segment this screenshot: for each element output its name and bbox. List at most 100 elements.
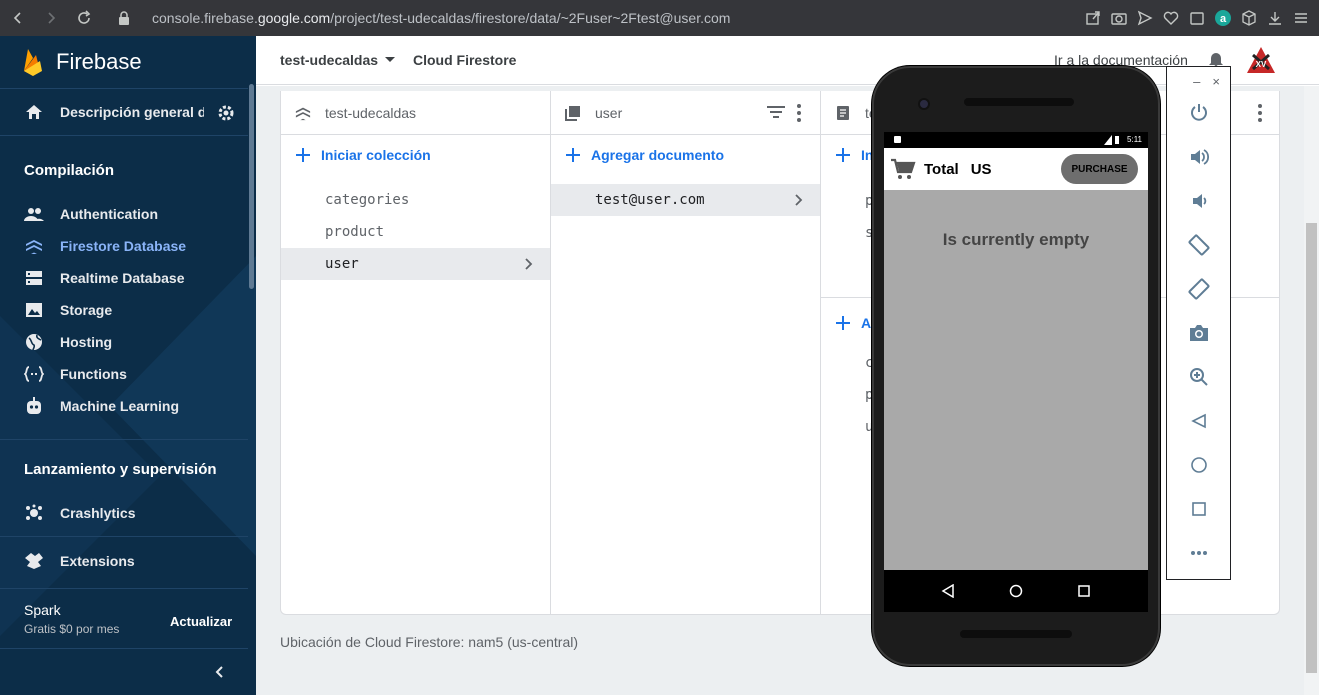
home-circle-icon[interactable] xyxy=(1187,453,1211,477)
zoom-icon[interactable] xyxy=(1187,365,1211,389)
firestore-location: Ubicación de Cloud Firestore: nam5 (us-c… xyxy=(280,634,579,650)
menu-icon[interactable] xyxy=(1291,8,1311,28)
list-item-selected[interactable]: test@user.com xyxy=(551,184,820,216)
sidebar-item-realtime-database[interactable]: Realtime Database xyxy=(0,262,248,294)
sidebar-item-extensions[interactable]: Extensions xyxy=(0,545,248,577)
gear-icon[interactable] xyxy=(216,103,236,123)
main-scrollbar-thumb[interactable] xyxy=(1306,223,1317,673)
extensions-icon xyxy=(0,552,60,570)
chevron-down-icon xyxy=(385,57,396,62)
filter-icon[interactable] xyxy=(767,105,785,119)
back-icon[interactable] xyxy=(3,3,33,33)
sidebar-divider xyxy=(0,439,248,440)
share-icon[interactable] xyxy=(1083,8,1103,28)
back-triangle-icon[interactable] xyxy=(1187,409,1211,433)
firebase-flame-icon xyxy=(24,49,42,76)
volume-down-icon[interactable] xyxy=(1187,189,1211,213)
heart-icon[interactable] xyxy=(1161,8,1181,28)
list-item[interactable]: product xyxy=(281,216,550,248)
wallet-icon[interactable] xyxy=(1187,8,1207,28)
forward-icon[interactable] xyxy=(36,3,66,33)
more-horiz-icon[interactable] xyxy=(1187,541,1211,565)
rotate-left-icon[interactable] xyxy=(1187,233,1211,257)
chevron-right-icon xyxy=(790,192,806,208)
nav-recents-icon[interactable] xyxy=(1077,584,1091,598)
collection-column-title: user xyxy=(595,104,623,121)
start-collection-button[interactable]: Iniciar colección xyxy=(295,147,431,163)
firestore-icon xyxy=(281,105,325,121)
download-icon[interactable] xyxy=(1265,8,1285,28)
image-icon xyxy=(0,302,60,318)
start-subcollection-button[interactable]: In xyxy=(835,147,873,163)
url-domain: google.com xyxy=(257,10,331,26)
project-overview[interactable]: Descripción general del proyecto xyxy=(0,88,248,136)
plus-icon xyxy=(566,148,580,162)
camera-icon[interactable] xyxy=(1109,8,1129,28)
status-bar: 5:11 xyxy=(884,132,1148,148)
sidebar-item-label: Hosting xyxy=(60,334,113,350)
plan-name: Spark xyxy=(24,602,61,618)
purchase-button[interactable]: PURCHASE xyxy=(1061,154,1138,184)
android-nav-bar xyxy=(884,570,1148,612)
section-build-title: Compilación xyxy=(24,162,115,179)
sidebar-scrollbar[interactable] xyxy=(249,84,254,289)
add-field-label: A xyxy=(861,315,872,331)
empty-cart-message: Is currently empty xyxy=(942,230,1090,249)
sidebar-item-hosting[interactable]: Hosting xyxy=(0,326,248,358)
emulator-controls: – × xyxy=(1166,66,1231,580)
cube-icon[interactable] xyxy=(1239,8,1259,28)
sidebar-item-storage[interactable]: Storage xyxy=(0,294,248,326)
overview-square-icon[interactable] xyxy=(1187,497,1211,521)
extension-a-icon[interactable]: a xyxy=(1213,8,1233,28)
sidebar-item-crashlytics[interactable]: Crashlytics xyxy=(0,497,248,529)
avatar[interactable]: XV xyxy=(1246,46,1276,74)
brand-name: Firebase xyxy=(56,49,142,74)
upgrade-button[interactable]: Actualizar xyxy=(170,614,232,629)
android-emulator: 5:11 Total US PURCHASE Is currently empt… xyxy=(872,66,1160,666)
shopping-cart-icon[interactable] xyxy=(890,158,916,180)
minimize-button[interactable]: – xyxy=(1193,74,1200,89)
sidebar-item-label: Storage xyxy=(60,302,113,318)
project-name: test-udecaldas xyxy=(280,52,379,68)
add-document-button[interactable]: Agregar documento xyxy=(565,147,724,163)
collection-column-header: user xyxy=(551,91,820,135)
earpiece-speaker xyxy=(964,98,1074,106)
sidebar-item-functions[interactable]: Functions xyxy=(0,358,248,390)
rotate-right-icon[interactable] xyxy=(1187,277,1211,301)
crashlytics-icon xyxy=(0,504,60,522)
list-item[interactable]: categories xyxy=(281,184,550,216)
list-item-selected[interactable]: user xyxy=(281,248,550,280)
nav-home-icon[interactable] xyxy=(1009,584,1023,598)
firebase-logo[interactable]: Firebase xyxy=(22,46,142,78)
svg-text:XV: XV xyxy=(1256,60,1267,69)
main-scrollbar[interactable] xyxy=(1304,86,1319,695)
sidebar-item-firestore[interactable]: Firestore Database xyxy=(0,230,248,262)
url-path: /project/test-udecaldas/firestore/data/~… xyxy=(330,10,731,26)
list-item-label: test@user.com xyxy=(595,192,705,208)
project-selector[interactable]: test-udecaldas xyxy=(280,52,396,68)
document-icon xyxy=(821,105,865,121)
plus-icon xyxy=(296,148,310,162)
more-vert-icon[interactable] xyxy=(797,104,801,122)
collection-column: user Agregar documento test@user.com xyxy=(551,91,821,614)
power-icon[interactable] xyxy=(1187,101,1211,125)
screenshot-camera-icon[interactable] xyxy=(1187,321,1211,345)
reload-icon[interactable] xyxy=(69,3,99,33)
lock-icon xyxy=(118,11,140,25)
more-vert-icon[interactable] xyxy=(1258,104,1262,122)
emulator-window-controls: – × xyxy=(1167,67,1230,95)
send-icon[interactable] xyxy=(1135,8,1155,28)
address-bar[interactable]: console.firebase. google.com/project/test… xyxy=(118,4,730,32)
add-document-label: Agregar documento xyxy=(591,147,725,163)
nav-back-icon[interactable] xyxy=(941,584,955,598)
plus-icon xyxy=(836,316,850,330)
volume-up-icon[interactable] xyxy=(1187,145,1211,169)
close-button[interactable]: × xyxy=(1212,74,1220,89)
signal-icon xyxy=(1104,135,1119,145)
add-field-button[interactable]: A xyxy=(835,315,871,331)
sidebar-item-machine-learning[interactable]: Machine Learning xyxy=(0,390,248,422)
sidebar-item-authentication[interactable]: Authentication xyxy=(0,198,248,230)
status-time: 5:11 xyxy=(1127,135,1142,144)
product-name: Cloud Firestore xyxy=(413,52,517,68)
collapse-sidebar-icon[interactable] xyxy=(212,664,228,680)
